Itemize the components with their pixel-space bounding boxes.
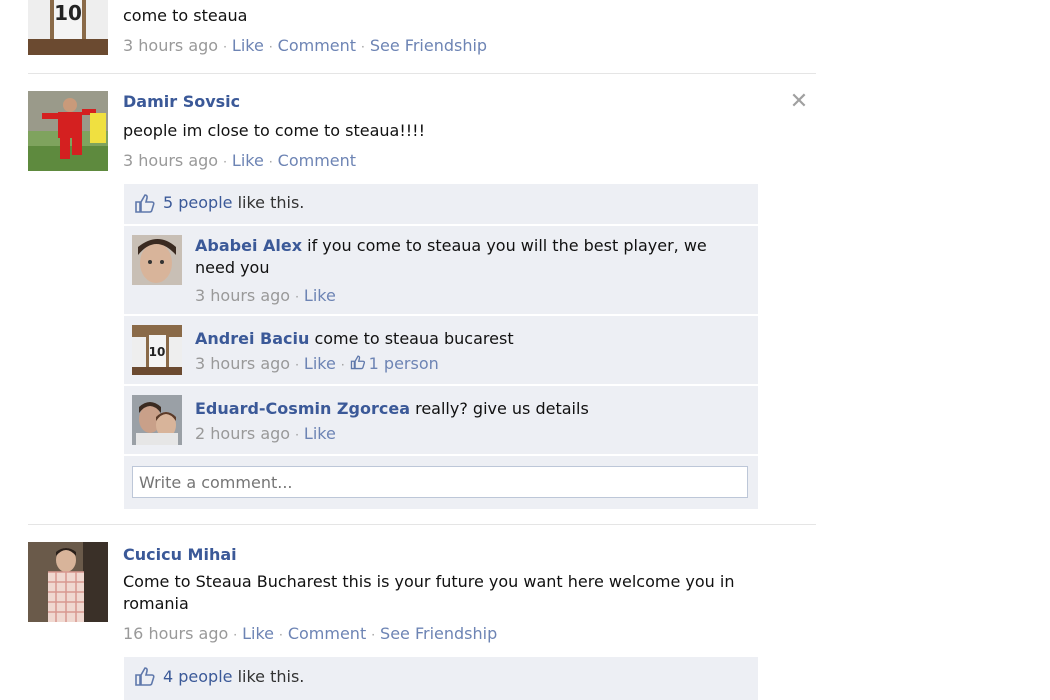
author-name[interactable]: Cucicu Mihai <box>123 545 237 564</box>
likes-row: 5 people like this. <box>124 184 758 224</box>
comment-item: Ababei Alex if you come to steaua you wi… <box>124 226 758 314</box>
comment-author[interactable]: Ababei Alex <box>195 236 302 255</box>
comment-text: come to steaua bucarest <box>314 329 514 348</box>
avatar[interactable] <box>132 395 182 445</box>
comment-input[interactable] <box>132 466 748 498</box>
likes-row: 4 people like this. <box>124 657 758 700</box>
like-link[interactable]: Like <box>242 624 274 643</box>
like-link[interactable]: Like <box>232 151 264 170</box>
avatar[interactable] <box>28 542 108 622</box>
comment-meta: 3 hours ago · Like · 1 person <box>195 353 439 376</box>
timestamp[interactable]: 16 hours ago <box>123 624 228 643</box>
comment-text: really? give us details <box>415 399 589 418</box>
timestamp[interactable]: 3 hours ago <box>195 286 290 305</box>
see-friendship-link[interactable]: See Friendship <box>370 36 487 55</box>
story-message-cont: romania <box>123 594 189 613</box>
comment-body: Andrei Baciu come to steaua bucarest <box>195 328 735 350</box>
thumbs-up-icon <box>134 192 156 218</box>
story-1: 10 come to steaua 3 hours ago · Like · Comme… <box>28 0 816 70</box>
comment-link[interactable]: Comment <box>278 36 356 55</box>
like-link[interactable]: Like <box>304 286 336 305</box>
timestamp[interactable]: 2 hours ago <box>195 424 290 443</box>
comment-meta: 2 hours ago · Like <box>195 424 336 443</box>
comment-item: Eduard-Cosmin Zgorcea really? give us de… <box>124 386 758 454</box>
author-name[interactable]: Damir Sovsic <box>123 92 240 111</box>
likes-count-link[interactable]: 4 people <box>163 667 233 686</box>
comment-link[interactable]: Comment <box>278 151 356 170</box>
timestamp[interactable]: 3 hours ago <box>195 354 290 373</box>
comment-author[interactable]: Andrei Baciu <box>195 329 309 348</box>
story-meta: 3 hours ago · Like · Comment · See Friendship <box>123 36 488 55</box>
comment-text-cont: need you <box>195 258 270 277</box>
svg-text:10: 10 <box>149 345 166 359</box>
timestamp[interactable]: 3 hours ago <box>123 36 218 55</box>
story-divider <box>28 73 816 74</box>
comment-text: if you come to steaua you will the best … <box>307 236 707 255</box>
write-comment-row <box>124 456 758 509</box>
story-message-block: Come to Steaua Bucharest this is your fu… <box>123 571 763 615</box>
comments-block: 4 people like this. <box>124 657 758 700</box>
comment-body: Eduard-Cosmin Zgorcea really? give us de… <box>195 398 735 420</box>
comment-link[interactable]: Comment <box>288 624 366 643</box>
comment-author[interactable]: Eduard-Cosmin Zgorcea <box>195 399 410 418</box>
comment-body: Ababei Alex if you come to steaua you wi… <box>195 235 735 279</box>
story-meta: 16 hours ago · Like · Comment · See Friendship <box>123 624 498 643</box>
like-link[interactable]: Like <box>304 354 336 373</box>
comment-item: 10 Andrei Baciu come to steaua bucarest … <box>124 316 758 384</box>
likes-suffix: like this. <box>232 667 305 686</box>
comments-block: 5 people like this. Ababei Alex if you c… <box>124 184 758 509</box>
story-message: Come to Steaua Bucharest this is your fu… <box>123 572 735 591</box>
comment-likes-link[interactable]: 1 person <box>366 354 439 373</box>
likes-summary: 4 people like this. <box>163 667 304 686</box>
likes-count-link[interactable]: 5 people <box>163 193 233 212</box>
avatar[interactable]: 10 <box>28 0 108 55</box>
likes-suffix: like this. <box>232 193 305 212</box>
like-link[interactable]: Like <box>232 36 264 55</box>
thumbs-up-icon <box>134 665 156 691</box>
close-icon[interactable]: ✕ <box>788 91 810 113</box>
story-divider <box>28 524 816 525</box>
avatar[interactable] <box>132 235 182 285</box>
avatar[interactable]: 10 <box>132 325 182 375</box>
like-link[interactable]: Like <box>304 424 336 443</box>
story-message: come to steaua <box>123 6 248 25</box>
thumbs-up-icon <box>350 354 366 376</box>
svg-text:10: 10 <box>54 1 82 25</box>
avatar[interactable] <box>28 91 108 171</box>
comment-meta: 3 hours ago · Like <box>195 286 336 305</box>
likes-summary: 5 people like this. <box>163 193 304 212</box>
story-meta: 3 hours ago · Like · Comment <box>123 151 357 170</box>
story-message: people im close to come to steaua!!!! <box>123 121 425 140</box>
timestamp[interactable]: 3 hours ago <box>123 151 218 170</box>
see-friendship-link[interactable]: See Friendship <box>380 624 497 643</box>
